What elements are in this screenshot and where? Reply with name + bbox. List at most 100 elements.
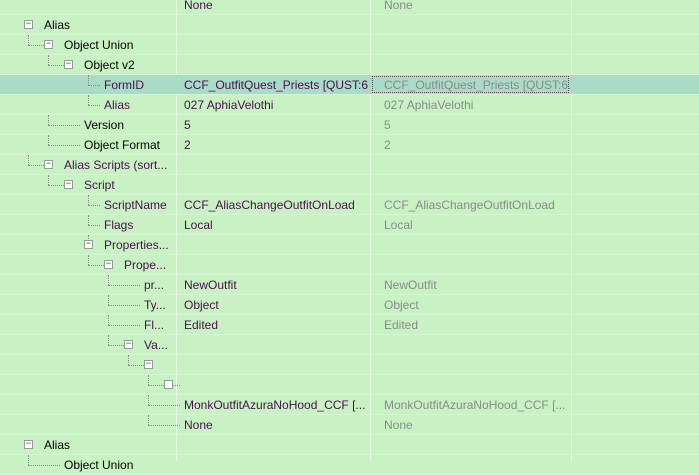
tree-node-cell[interactable]: Object Format — [0, 135, 176, 155]
compare-value-cell[interactable]: 027 AphiaVelothi — [376, 95, 570, 115]
compare-value-cell[interactable] — [376, 375, 570, 395]
value-cell[interactable] — [177, 55, 369, 75]
compare-value-cell[interactable] — [376, 335, 570, 355]
minus-box-icon[interactable]: − — [64, 180, 73, 189]
value-cell[interactable]: Edited — [177, 315, 369, 335]
tree-node-cell[interactable]: Version — [0, 115, 176, 135]
value-cell[interactable] — [177, 235, 369, 255]
value-cell[interactable]: Local — [177, 215, 369, 235]
minus-box-icon[interactable]: − — [44, 40, 53, 49]
tree-row[interactable]: Object Union — [0, 455, 699, 475]
tree-row[interactable]: − Va... — [0, 335, 699, 355]
minus-box-icon[interactable]: − — [24, 20, 33, 29]
value-cell[interactable] — [177, 35, 369, 55]
tree-node-cell[interactable]: ScriptName — [0, 195, 176, 215]
compare-value-cell[interactable]: Edited — [376, 315, 570, 335]
compare-value-cell[interactable] — [376, 255, 570, 275]
tree-row[interactable]: FormID CCF_OutfitQuest_Priests [QUST:6...… — [0, 75, 699, 95]
value-cell[interactable]: None — [177, 0, 369, 15]
compare-value-cell[interactable] — [376, 175, 570, 195]
value-cell[interactable] — [177, 335, 369, 355]
tree-node-cell[interactable]: − Properties... — [0, 235, 176, 255]
minus-box-icon[interactable]: − — [64, 60, 73, 69]
compare-value-cell[interactable] — [376, 35, 570, 55]
minus-box-icon[interactable]: − — [124, 340, 133, 349]
value-cell[interactable]: CCF_AliasChangeOutfitOnLoad — [177, 195, 369, 215]
minus-box-icon[interactable]: − — [44, 160, 53, 169]
record-tree-view[interactable]: None None − Alias − Object Union − Object v2 For… — [0, 0, 699, 475]
tree-node-cell[interactable]: − Object v2 — [0, 55, 176, 75]
value-cell[interactable] — [177, 375, 369, 395]
tree-node-cell[interactable]: − — [0, 355, 176, 375]
tree-node-cell[interactable]: − Va... — [0, 335, 176, 355]
tree-node-cell[interactable]: − Alias — [0, 435, 176, 455]
tree-node-cell[interactable]: − Script — [0, 175, 176, 195]
tree-row[interactable]: ScriptName CCF_AliasChangeOutfitOnLoad CCF… — [0, 195, 699, 215]
tree-node-cell[interactable] — [0, 395, 180, 415]
value-cell[interactable] — [177, 255, 369, 275]
compare-value-cell[interactable]: Object — [376, 295, 570, 315]
tree-node-cell[interactable]: Fl... — [0, 315, 176, 335]
compare-value-cell[interactable] — [376, 15, 570, 35]
tree-row[interactable]: Alias 027 AphiaVelothi 027 AphiaVelothi — [0, 95, 699, 115]
value-cell[interactable]: CCF_OutfitQuest_Priests [QUST:6... — [177, 75, 369, 95]
compare-value-cell[interactable] — [376, 155, 570, 175]
value-cell[interactable]: 2 — [177, 135, 369, 155]
tree-row[interactable]: pr... NewOutfit NewOutfit — [0, 275, 699, 295]
value-cell[interactable]: Object — [177, 295, 369, 315]
tree-node-cell[interactable] — [0, 0, 176, 15]
value-cell[interactable] — [177, 175, 369, 195]
tree-node-cell[interactable]: FormID — [0, 75, 176, 95]
tree-node-cell[interactable]: Alias — [0, 95, 176, 115]
value-cell[interactable] — [177, 435, 369, 455]
tree-row[interactable]: − Alias — [0, 435, 699, 455]
tree-row[interactable]: − Object v2 — [0, 55, 699, 75]
tree-row[interactable]: Fl... Edited Edited — [0, 315, 699, 335]
compare-value-cell[interactable] — [376, 235, 570, 255]
compare-value-cell[interactable]: 2 — [376, 135, 570, 155]
tree-node-cell[interactable]: Flags — [0, 215, 176, 235]
tree-row[interactable]: None None — [0, 0, 699, 15]
tree-row[interactable]: Flags Local Local — [0, 215, 699, 235]
value-cell[interactable]: 027 AphiaVelothi — [177, 95, 369, 115]
tree-node-cell[interactable]: pr... — [0, 275, 176, 295]
tree-row[interactable]: − Prope... — [0, 255, 699, 275]
compare-value-cell[interactable] — [376, 55, 570, 75]
minus-box-icon[interactable]: − — [104, 260, 113, 269]
tree-row[interactable]: − — [0, 355, 699, 375]
tree-row[interactable]: MonkOutfitAzuraNoHood_CCF [... MonkOutfit… — [0, 395, 699, 415]
tree-node-cell[interactable] — [0, 415, 180, 435]
tree-node-cell[interactable]: − Alias Scripts (sort... — [0, 155, 176, 175]
value-cell[interactable] — [177, 155, 369, 175]
tree-node-cell[interactable]: Object Union — [0, 455, 176, 475]
tree-row[interactable]: Object Format 2 2 — [0, 135, 699, 155]
tree-row[interactable]: − Object Union — [0, 35, 699, 55]
tree-row[interactable]: None None — [0, 415, 699, 435]
minus-box-icon[interactable]: − — [144, 360, 153, 369]
tree-node-cell[interactable]: − Alias — [0, 15, 176, 35]
value-cell[interactable]: 5 — [177, 115, 369, 135]
value-cell[interactable] — [177, 15, 369, 35]
tree-node-cell[interactable]: − Object Union — [0, 35, 176, 55]
compare-value-cell[interactable]: None — [376, 415, 570, 435]
value-cell[interactable]: None — [177, 415, 369, 435]
tree-row[interactable]: − Alias Scripts (sort... — [0, 155, 699, 175]
value-cell[interactable]: NewOutfit — [177, 275, 369, 295]
compare-value-cell[interactable]: NewOutfit — [376, 275, 570, 295]
compare-value-cell[interactable]: CCF_AliasChangeOutfitOnLoad — [376, 195, 570, 215]
compare-value-cell[interactable] — [376, 355, 570, 375]
compare-value-cell[interactable]: Local — [376, 215, 570, 235]
compare-value-cell[interactable]: 5 — [376, 115, 570, 135]
compare-value-cell[interactable] — [376, 435, 570, 455]
compare-value-cell[interactable]: None — [376, 0, 570, 15]
tree-row[interactable] — [0, 375, 699, 395]
value-cell[interactable] — [177, 355, 369, 375]
tree-row[interactable]: − Alias — [0, 15, 699, 35]
tree-row[interactable]: Ty... Object Object — [0, 295, 699, 315]
value-cell[interactable]: MonkOutfitAzuraNoHood_CCF [... — [177, 395, 369, 415]
compare-value-cell[interactable]: MonkOutfitAzuraNoHood_CCF [... — [376, 395, 570, 415]
tree-node-cell[interactable] — [0, 375, 180, 395]
tree-row[interactable]: Version 5 5 — [0, 115, 699, 135]
minus-box-icon[interactable]: − — [24, 440, 33, 449]
tree-row[interactable]: − Script — [0, 175, 699, 195]
